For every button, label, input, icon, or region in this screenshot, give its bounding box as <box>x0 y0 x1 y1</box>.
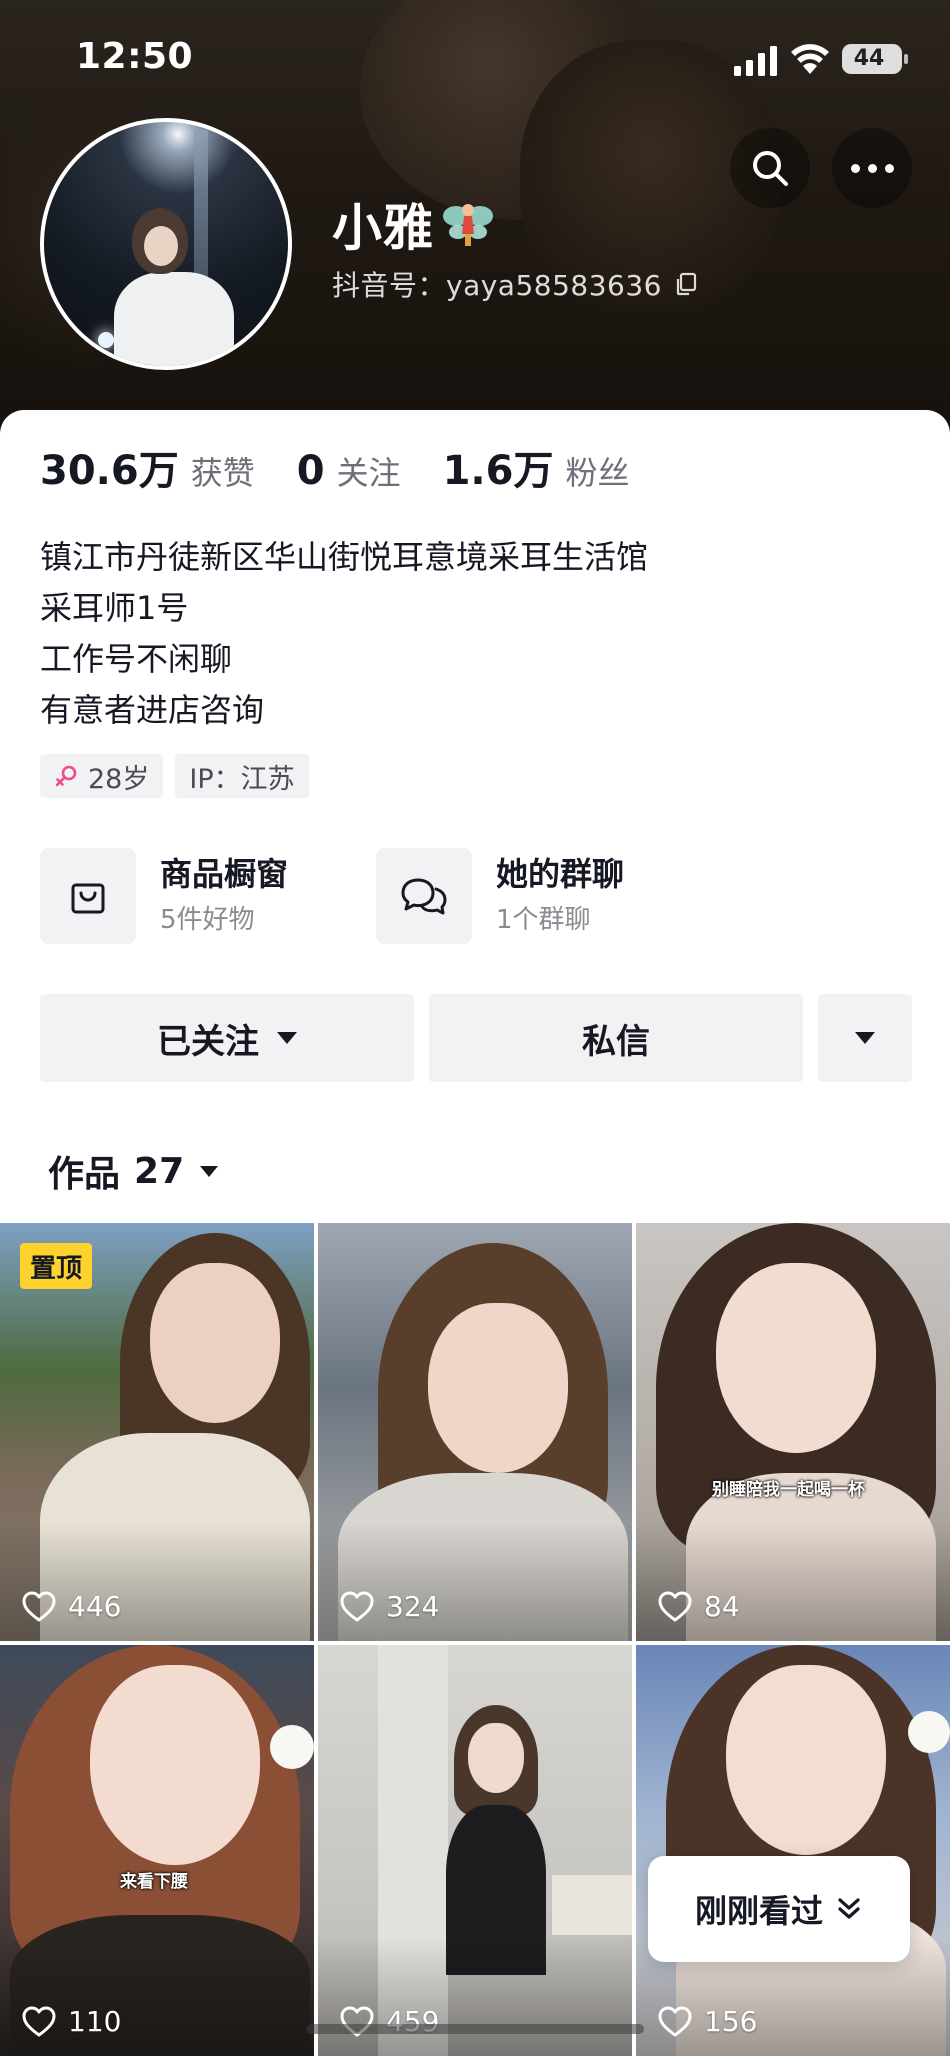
search-icon <box>753 151 788 186</box>
heart-icon <box>22 2006 56 2036</box>
profile-bio: 镇江市丹徒新区华山街悦耳意境采耳生活馆 采耳师1号 工作号不闲聊 有意者进店咨询 <box>40 532 648 736</box>
more-dot-icon <box>850 163 860 173</box>
double-chevron-down-icon <box>838 1898 860 1919</box>
video-thumbnail[interactable]: 324 <box>318 1223 632 1641</box>
profile-services: 商品橱窗 5件好物 她的群聊 1个群聊 <box>40 846 920 946</box>
video-thumbnail[interactable]: 置顶 446 <box>0 1223 314 1641</box>
recently-viewed-button[interactable]: 刚刚看过 <box>648 1856 910 1962</box>
stat-followers[interactable]: 1.6万 粉丝 <box>443 438 630 496</box>
female-gender-icon <box>55 765 77 787</box>
status-time: 12:50 <box>76 36 194 77</box>
stat-following[interactable]: 0 关注 <box>297 448 401 494</box>
more-dot-icon <box>867 163 877 173</box>
likes-count: 84 <box>704 1590 740 1623</box>
heart-icon <box>658 1591 692 1621</box>
shopping-bag-icon <box>40 848 136 944</box>
profile-tags: 28岁 IP：江苏 <box>40 754 321 798</box>
stat-label: 获赞 <box>190 454 255 492</box>
works-tab-count: 27 <box>134 1150 185 1192</box>
bio-line: 采耳师1号 <box>40 589 189 627</box>
battery-level: 44 <box>853 46 885 71</box>
more-actions-dropdown[interactable] <box>818 994 912 1082</box>
video-likes: 156 <box>658 2005 757 2038</box>
followed-label: 已关注 <box>157 1021 259 1062</box>
chevron-down-icon <box>855 1032 875 1044</box>
wifi-icon <box>791 44 829 74</box>
message-label: 私信 <box>582 1021 650 1062</box>
stat-value: 0 <box>296 448 325 494</box>
video-likes: 446 <box>22 1590 121 1623</box>
heart-icon <box>658 2006 692 2036</box>
age-tag: 28岁 <box>40 754 164 798</box>
home-indicator[interactable] <box>306 2024 644 2034</box>
stat-label: 关注 <box>336 454 401 492</box>
profile-stats: 30.6万 获赞 0 关注 1.6万 粉丝 <box>40 438 671 498</box>
profile-name-row: 小雅 <box>332 188 496 260</box>
video-thumbnail[interactable]: 来看下腰 110 <box>0 1645 314 2056</box>
tab-works[interactable]: 作品 27 <box>48 1144 219 1198</box>
heart-icon <box>22 1591 56 1621</box>
video-likes: 84 <box>658 1590 740 1623</box>
likes-count: 446 <box>68 1590 122 1623</box>
video-thumbnail[interactable]: 156 <box>636 1645 950 2056</box>
video-thumbnail[interactable]: 459 <box>318 1645 632 2056</box>
group-chat-icon <box>376 848 472 944</box>
ip-tag: IP：江苏 <box>175 754 309 798</box>
profile-nickname: 小雅 <box>332 199 434 257</box>
stat-value: 1.6万 <box>442 448 554 494</box>
profile-handle-row: 抖音号：yaya58583636 <box>332 264 698 304</box>
bio-line: 有意者进店咨询 <box>40 691 265 729</box>
followed-button[interactable]: 已关注 <box>40 994 414 1082</box>
group-chat-entry[interactable]: 她的群聊 1个群聊 <box>376 846 624 946</box>
heart-icon <box>340 1591 374 1621</box>
search-button[interactable] <box>730 128 810 208</box>
shop-window-entry[interactable]: 商品橱窗 5件好物 <box>40 846 288 946</box>
battery-icon: 44 <box>842 44 908 74</box>
chevron-down-icon <box>277 1032 297 1044</box>
chevron-down-icon <box>200 1165 219 1177</box>
age-text: 28岁 <box>88 763 150 795</box>
cellular-signal-icon <box>734 46 777 76</box>
ip-location-text: IP：江苏 <box>189 763 295 795</box>
likes-count: 324 <box>386 1590 440 1623</box>
video-likes: 110 <box>22 2005 121 2038</box>
message-button[interactable]: 私信 <box>429 994 803 1082</box>
shop-window-count: 5件好物 <box>160 905 255 935</box>
avatar[interactable] <box>40 118 292 370</box>
video-caption: 别睡陪我一起喝一杯 <box>712 1480 865 1500</box>
works-tab-label: 作品 <box>48 1154 121 1195</box>
profile-actions: 已关注 私信 <box>40 994 912 1082</box>
stat-value: 30.6万 <box>40 448 179 494</box>
stat-likes[interactable]: 30.6万 获赞 <box>40 438 255 496</box>
copy-icon[interactable] <box>674 272 698 296</box>
bio-line: 工作号不闲聊 <box>40 640 233 678</box>
likes-count: 156 <box>704 2005 758 2038</box>
bio-line: 镇江市丹徒新区华山街悦耳意境采耳生活馆 <box>40 538 649 576</box>
fairy-emoji-icon <box>443 204 493 246</box>
likes-count: 110 <box>68 2005 122 2038</box>
douyin-id: 抖音号：yaya58583636 <box>332 269 662 302</box>
video-caption: 来看下腰 <box>120 1872 188 1892</box>
recently-viewed-label: 刚刚看过 <box>694 1892 823 1930</box>
more-dot-icon <box>884 163 894 173</box>
group-chat-count: 1个群聊 <box>496 905 591 935</box>
group-chat-title: 她的群聊 <box>496 855 625 893</box>
pinned-badge: 置顶 <box>20 1243 93 1289</box>
stat-label: 粉丝 <box>565 454 630 492</box>
video-likes: 324 <box>340 1590 439 1623</box>
shop-window-title: 商品橱窗 <box>160 855 289 893</box>
more-options-button[interactable] <box>832 128 912 208</box>
video-thumbnail[interactable]: 别睡陪我一起喝一杯 84 <box>636 1223 950 1641</box>
status-bar: 12:50 44 <box>0 0 950 120</box>
